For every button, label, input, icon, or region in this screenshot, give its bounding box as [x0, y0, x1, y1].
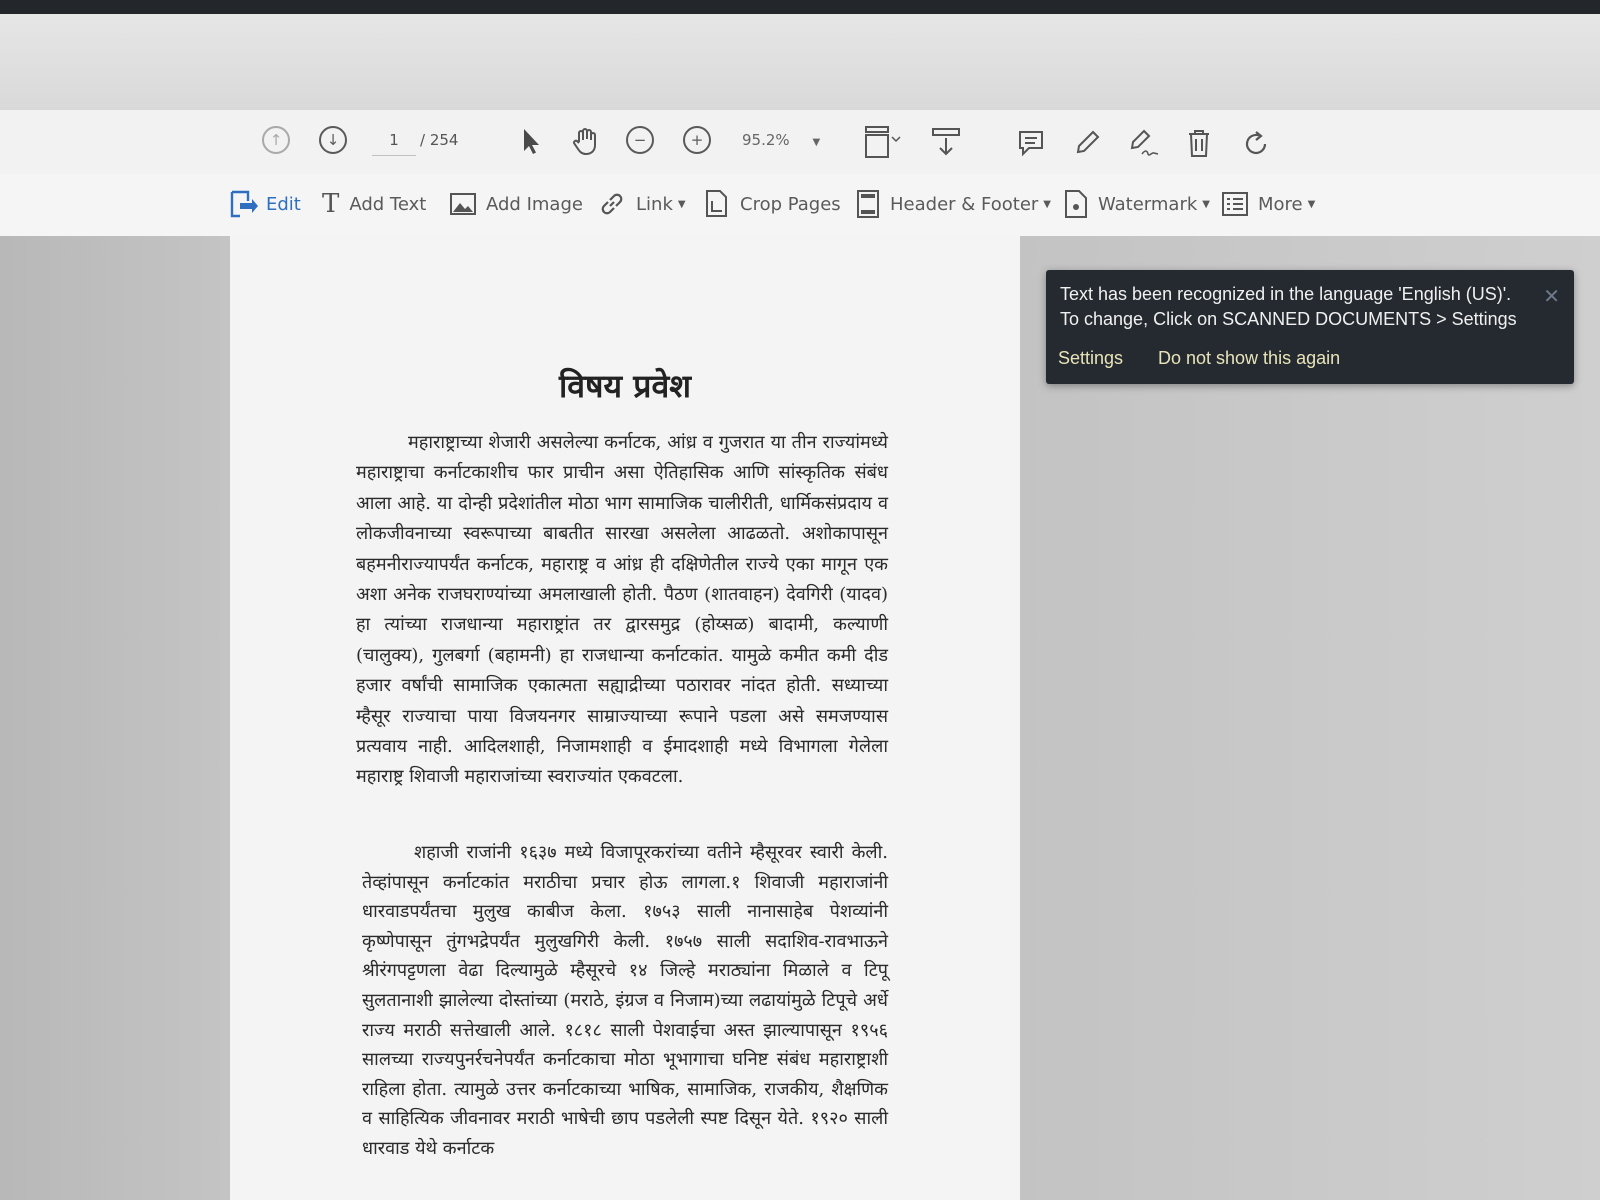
- scroll-mode-button[interactable]: [928, 124, 964, 160]
- fit-page-icon: [865, 126, 901, 158]
- chevron-down-icon: ▼: [677, 198, 686, 210]
- highlight-button[interactable]: [1070, 126, 1104, 160]
- scroll-mode-icon: [932, 128, 960, 156]
- zoom-in-icon: +: [683, 126, 711, 154]
- close-icon[interactable]: ✕: [1543, 284, 1560, 308]
- document-page[interactable]: विषय प्रवेश महाराष्ट्राच्या शेजारी असलेल…: [230, 236, 1020, 1200]
- text-icon: T: [322, 189, 340, 219]
- next-page-icon: ↓: [319, 126, 347, 154]
- page-total-label: / 254: [420, 131, 459, 149]
- chevron-down-icon: ▼: [812, 137, 821, 148]
- rotate-icon: [1245, 131, 1267, 155]
- zoom-out-button[interactable]: −: [626, 126, 654, 154]
- crop-pages-label: Crop Pages: [740, 193, 841, 215]
- add-text-label: Add Text: [349, 193, 427, 215]
- header-footer-button[interactable]: Header & Footer ▼: [856, 186, 1051, 222]
- watermark-label: Watermark: [1098, 193, 1198, 215]
- browser-chrome: [0, 14, 1600, 110]
- select-arrow-icon: [524, 129, 539, 154]
- settings-link[interactable]: Settings: [1058, 348, 1123, 369]
- watermark-icon: [1065, 190, 1087, 218]
- hand-icon: [573, 128, 596, 156]
- document-paragraph: महाराष्ट्राच्या शेजारी असलेल्या कर्नाटक,…: [356, 432, 888, 788]
- zoom-out-icon: −: [626, 126, 654, 154]
- watermark-button[interactable]: Watermark ▼: [1064, 186, 1210, 222]
- do-not-show-again-link[interactable]: Do not show this again: [1158, 348, 1340, 369]
- link-icon: [601, 193, 623, 215]
- next-page-button[interactable]: ↓: [319, 126, 347, 154]
- link-label: Link: [636, 193, 673, 215]
- prev-page-button[interactable]: ↑: [262, 126, 290, 154]
- comment-icon: [1019, 131, 1043, 157]
- chevron-down-icon: ▼: [1307, 198, 1316, 210]
- hand-tool-button[interactable]: [568, 124, 602, 158]
- add-image-button[interactable]: Add Image: [450, 186, 583, 222]
- toast-message: Text has been recognized in the language…: [1060, 284, 1517, 329]
- sign-icon: [1130, 129, 1159, 156]
- comment-button[interactable]: [1014, 126, 1048, 160]
- document-paragraph: शहाजी राजांनी १६३७ मध्ये विजापूरकरांच्या…: [362, 842, 888, 1159]
- chevron-down-icon: ▼: [1202, 198, 1210, 210]
- more-button[interactable]: More ▼: [1222, 186, 1315, 222]
- fit-page-button[interactable]: [860, 124, 904, 160]
- prev-page-icon: ↑: [262, 126, 290, 154]
- edit-icon: [230, 190, 258, 218]
- header-footer-label: Header & Footer: [890, 193, 1039, 215]
- zoom-value: 95.2%: [742, 131, 790, 149]
- edit-tool-label: Edit: [266, 193, 301, 215]
- zoom-select[interactable]: 95.2% ▼: [742, 125, 832, 155]
- image-icon: [450, 193, 476, 215]
- page-title: विषय प्रवेश: [558, 367, 692, 405]
- link-button[interactable]: Link ▼: [598, 186, 686, 222]
- delete-icon: [1189, 130, 1209, 157]
- chevron-down-icon: ▼: [1043, 198, 1051, 210]
- crop-pages-button[interactable]: Crop Pages: [704, 186, 841, 222]
- zoom-in-button[interactable]: +: [683, 126, 711, 154]
- window-top-bar: [0, 0, 1600, 14]
- left-gray-margin: [0, 236, 230, 1200]
- sign-button[interactable]: [1126, 126, 1162, 160]
- rotate-button[interactable]: [1240, 128, 1272, 160]
- crop-icon: [706, 190, 727, 217]
- edit-tool-button[interactable]: Edit: [228, 186, 301, 222]
- more-label: More: [1258, 193, 1303, 215]
- delete-button[interactable]: [1184, 126, 1214, 160]
- ocr-notification-toast: Text has been recognized in the language…: [1046, 270, 1574, 384]
- add-image-label: Add Image: [486, 193, 583, 215]
- add-text-button[interactable]: T Add Text: [322, 186, 426, 222]
- select-tool-button[interactable]: [516, 124, 546, 158]
- highlight-pen-icon: [1076, 130, 1100, 154]
- more-icon: [1222, 192, 1248, 216]
- header-footer-icon: [857, 190, 879, 218]
- page-number-input[interactable]: 1: [372, 125, 416, 156]
